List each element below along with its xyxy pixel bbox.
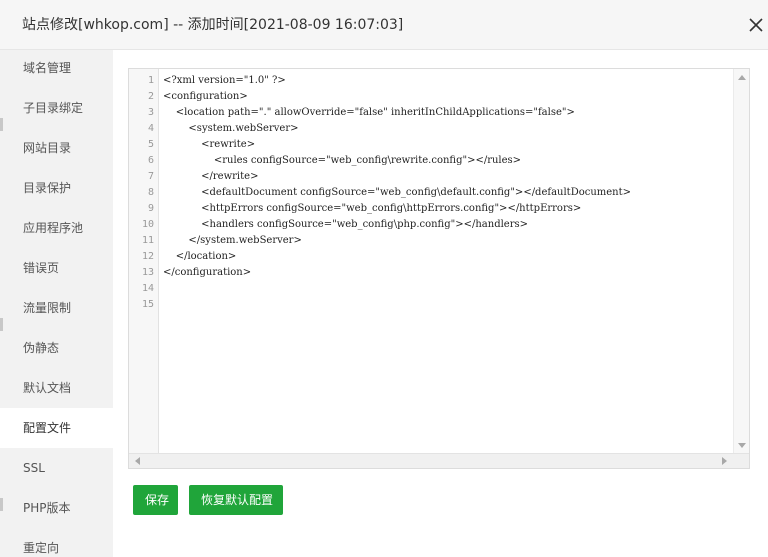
line-number: 10: [141, 219, 154, 230]
sidebar-item-redirect[interactable]: 重定向: [0, 528, 113, 557]
line-number: 4: [147, 123, 154, 134]
sidebar: 域名管理 子目录绑定 网站目录 目录保护 应用程序池 错误页 流量限制 伪静态 …: [0, 50, 113, 557]
line-number: 3: [147, 107, 154, 118]
line-number: 2: [147, 91, 154, 102]
sidebar-item-directory-protection[interactable]: 目录保护: [0, 168, 113, 208]
line-number: 15: [141, 299, 154, 310]
line-number: 1: [147, 75, 154, 86]
line-number: 13: [141, 267, 154, 278]
line-number: 7: [147, 171, 154, 182]
underlying-edge-mark: [0, 318, 3, 331]
code-line: </configuration>: [163, 267, 252, 278]
code-editor[interactable]: 1 2 3 4 5 6 7 8 9 10 11 12 13 14 15 <?xm…: [128, 68, 750, 469]
close-icon[interactable]: [746, 15, 766, 35]
code-content[interactable]: <?xml version="1.0" ?> <configuration> <…: [163, 73, 733, 313]
sidebar-item-php-version[interactable]: PHP版本: [0, 488, 113, 528]
sidebar-item-ssl[interactable]: SSL: [0, 448, 113, 488]
sidebar-item-subdirectory-binding[interactable]: 子目录绑定: [0, 88, 113, 128]
code-line: <system.webServer>: [163, 123, 299, 134]
line-number: 5: [147, 139, 154, 150]
scroll-down-icon[interactable]: [738, 443, 746, 448]
sidebar-item-error-page[interactable]: 错误页: [0, 248, 113, 288]
line-number-gutter: 1 2 3 4 5 6 7 8 9 10 11 12 13 14 15: [129, 69, 159, 454]
scroll-right-icon[interactable]: [722, 457, 727, 465]
code-line: <rules configSource="web_config\rewrite.…: [163, 155, 522, 166]
code-line: <configuration>: [163, 91, 248, 102]
sidebar-item-app-pool[interactable]: 应用程序池: [0, 208, 113, 248]
code-line: </location>: [163, 251, 237, 262]
code-line: <location path="." allowOverride="false"…: [163, 107, 575, 118]
line-number: 6: [147, 155, 154, 166]
sidebar-item-traffic-limit[interactable]: 流量限制: [0, 288, 113, 328]
code-line: <httpErrors configSource="web_config\htt…: [163, 203, 582, 214]
dialog-titlebar: 站点修改[whkop.com] -- 添加时间[2021-08-09 16:07…: [0, 0, 768, 50]
scroll-left-icon[interactable]: [135, 457, 140, 465]
line-number: 11: [141, 235, 154, 246]
line-number: 8: [147, 187, 154, 198]
code-line: <handlers configSource="web_config\php.c…: [163, 219, 529, 230]
sidebar-item-domain[interactable]: 域名管理: [0, 50, 113, 88]
code-line: </system.webServer>: [163, 235, 302, 246]
horizontal-scrollbar[interactable]: [129, 453, 749, 468]
vertical-scrollbar[interactable]: [733, 69, 749, 454]
code-line: <rewrite>: [163, 139, 256, 150]
sidebar-item-site-directory[interactable]: 网站目录: [0, 128, 113, 168]
line-number: 9: [147, 203, 154, 214]
line-number: 14: [141, 283, 154, 294]
underlying-edge-mark: [0, 118, 3, 131]
line-number: 12: [141, 251, 154, 262]
code-line: <?xml version="1.0" ?>: [163, 75, 286, 86]
underlying-edge-mark: [0, 498, 3, 511]
restore-default-config-button[interactable]: 恢复默认配置: [189, 485, 283, 515]
code-line: <defaultDocument configSource="web_confi…: [163, 187, 632, 198]
scroll-up-icon[interactable]: [738, 75, 746, 80]
dialog-title: 站点修改[whkop.com] -- 添加时间[2021-08-09 16:07…: [22, 17, 404, 33]
code-line: </rewrite>: [163, 171, 259, 182]
save-button[interactable]: 保存: [133, 485, 178, 515]
sidebar-item-pseudo-static[interactable]: 伪静态: [0, 328, 113, 368]
sidebar-item-config-file[interactable]: 配置文件: [0, 408, 113, 448]
sidebar-item-default-document[interactable]: 默认文档: [0, 368, 113, 408]
